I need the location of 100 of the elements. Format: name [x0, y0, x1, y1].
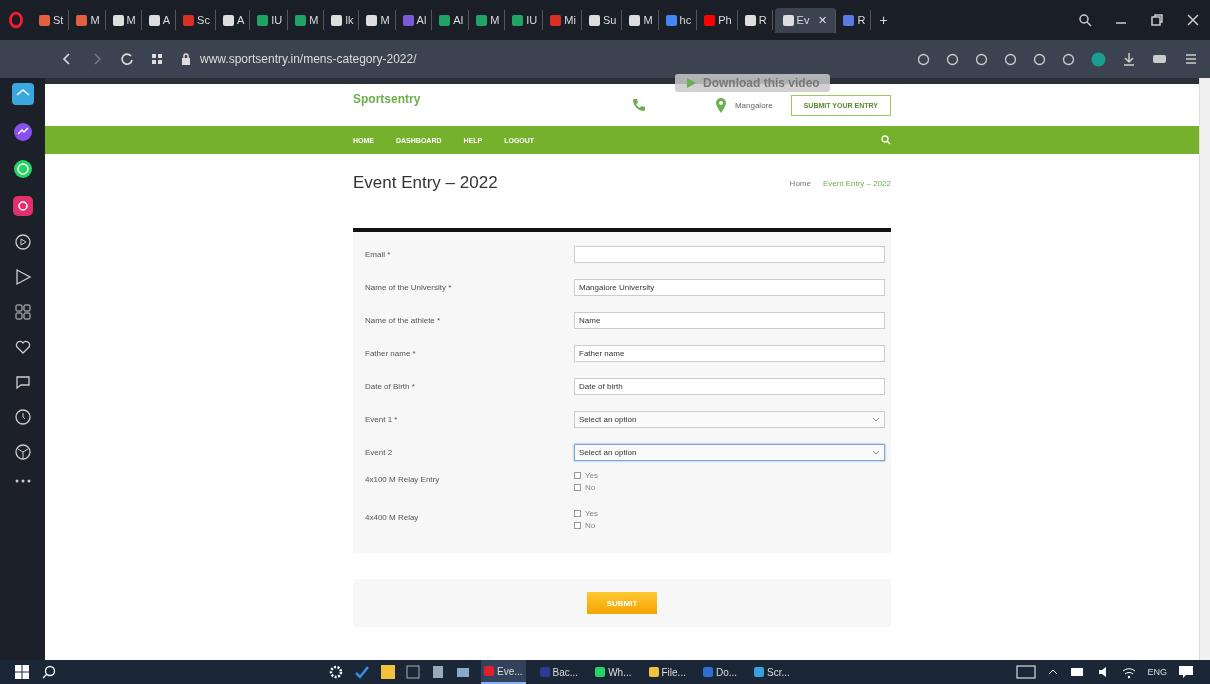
window-icon[interactable] — [406, 665, 420, 679]
browser-tab[interactable]: A — [143, 10, 177, 30]
home-icon[interactable] — [11, 83, 34, 105]
notification-icon[interactable] — [1178, 664, 1194, 680]
opera-logo-icon[interactable] — [8, 11, 24, 29]
browser-tab[interactable]: hc — [660, 10, 698, 30]
taskbar-app[interactable]: File... — [645, 660, 689, 684]
browser-tab[interactable]: R — [838, 10, 872, 30]
lock-icon — [180, 52, 192, 66]
checkbox-option[interactable]: No — [574, 483, 599, 492]
clock-icon[interactable] — [13, 408, 32, 426]
tab-title: M — [126, 14, 136, 26]
checkmark-icon[interactable] — [354, 664, 370, 680]
taskbar-app[interactable]: Do... — [699, 660, 741, 684]
browser-tab[interactable]: IU — [507, 10, 544, 30]
browser-tab[interactable]: R — [739, 10, 773, 30]
tab-title: IU — [526, 14, 538, 26]
checkbox-option[interactable]: Yes — [574, 509, 599, 518]
browser-tab[interactable]: M — [71, 10, 106, 30]
tab-title: Sc — [197, 14, 210, 26]
browser-tab[interactable]: St — [34, 10, 70, 30]
browser-tab[interactable]: M — [624, 10, 659, 30]
photo-icon[interactable] — [456, 665, 470, 679]
windows-start-icon[interactable] — [14, 664, 30, 680]
tab-title: M — [309, 14, 319, 26]
toolbar-icon[interactable] — [1062, 52, 1075, 66]
keyboard-icon[interactable] — [1016, 665, 1037, 679]
restore-icon[interactable] — [1150, 13, 1164, 27]
grid-icon[interactable] — [13, 303, 32, 321]
address-field[interactable]: www.sportsentry.in/mens-category-2022/ — [200, 52, 417, 66]
taskbar-app[interactable]: Wh... — [592, 660, 635, 684]
browser-tab[interactable]: lk — [326, 10, 360, 30]
taskbar-app[interactable]: Bac... — [536, 660, 582, 684]
select-field[interactable]: Select an option — [574, 444, 885, 461]
browser-tab[interactable]: Al — [397, 10, 433, 30]
close-tab-button[interactable]: ✕ — [818, 13, 828, 27]
tab-title: M — [643, 14, 653, 26]
wifi-icon[interactable] — [1122, 665, 1137, 679]
taskbar-app[interactable]: Eve... — [481, 660, 526, 684]
browser-tab[interactable]: M — [107, 10, 142, 30]
browser-tab[interactable]: Ev ✕ — [774, 7, 837, 33]
play-icon[interactable] — [13, 233, 32, 251]
toolbar-icon[interactable] — [946, 52, 959, 66]
account-icon[interactable] — [1091, 51, 1106, 67]
tab-title: A — [162, 14, 171, 26]
tab-title: M — [380, 14, 390, 26]
browser-tab[interactable]: IU — [252, 10, 289, 30]
browser-tab[interactable]: Su — [583, 10, 623, 30]
whatsapp-icon[interactable] — [12, 159, 33, 179]
tab-title: A — [236, 14, 245, 26]
browser-tab[interactable]: A — [217, 10, 251, 30]
browser-tab[interactable]: Al — [434, 10, 470, 30]
search-icon[interactable] — [1078, 13, 1092, 27]
new-tab-button[interactable]: + — [879, 12, 888, 28]
toolbar-icon[interactable] — [1004, 52, 1017, 66]
checkbox-option[interactable]: Yes — [574, 471, 599, 480]
download-icon[interactable] — [1122, 52, 1136, 66]
text-field[interactable]: Father name — [574, 345, 885, 362]
browser-tab[interactable]: M — [290, 10, 325, 30]
tab-title: M — [90, 14, 100, 26]
browser-tab[interactable]: Mi — [545, 10, 582, 30]
reload-icon[interactable] — [120, 52, 134, 66]
menu-icon[interactable] — [1184, 52, 1198, 66]
text-field[interactable]: Mangalore University — [574, 279, 885, 296]
toolbar-icon[interactable] — [975, 52, 988, 66]
caret-icon — [872, 416, 880, 423]
tab-title: Ph — [718, 14, 732, 26]
battery-icon[interactable] — [1152, 53, 1168, 65]
field-label: 4x100 M Relay Entry — [365, 475, 441, 484]
browser-tab[interactable]: M — [471, 10, 506, 30]
tab-title: Su — [602, 14, 617, 26]
toolbar-icon[interactable] — [917, 52, 930, 66]
close-icon[interactable] — [1186, 13, 1200, 27]
tab-title: IU — [271, 14, 283, 26]
taskbar-app[interactable]: Scr... — [751, 660, 793, 684]
more-icon[interactable] — [13, 478, 32, 484]
toolbar-icon[interactable] — [1033, 52, 1046, 66]
chat-icon[interactable] — [13, 373, 32, 391]
messenger-icon[interactable] — [12, 122, 33, 142]
checkbox-option[interactable]: No — [574, 521, 599, 530]
text-field[interactable]: Date of birth — [574, 378, 885, 395]
select-field[interactable]: Select an option — [574, 411, 885, 428]
tab-title: hc — [679, 14, 692, 26]
search-icon[interactable] — [41, 664, 57, 680]
text-field[interactable]: Name — [574, 312, 885, 329]
text-field[interactable] — [574, 246, 885, 263]
grid-icon[interactable] — [150, 52, 164, 66]
browser-tab[interactable]: M — [361, 10, 396, 30]
phone-icon — [630, 97, 647, 113]
document-icon[interactable] — [431, 665, 445, 679]
browser-tab[interactable]: Sc — [178, 10, 216, 30]
browser-tab[interactable]: Ph — [699, 10, 738, 30]
language-indicator[interactable]: ENG — [1147, 667, 1167, 677]
scrollbar[interactable] — [1199, 78, 1210, 660]
heart-icon[interactable] — [13, 338, 32, 356]
instagram-icon[interactable] — [12, 196, 33, 216]
breadcrumb-link[interactable]: Home — [789, 178, 811, 188]
app-title: File... — [661, 666, 686, 678]
send-icon[interactable] — [13, 268, 32, 286]
app-title: Scr... — [767, 666, 790, 678]
